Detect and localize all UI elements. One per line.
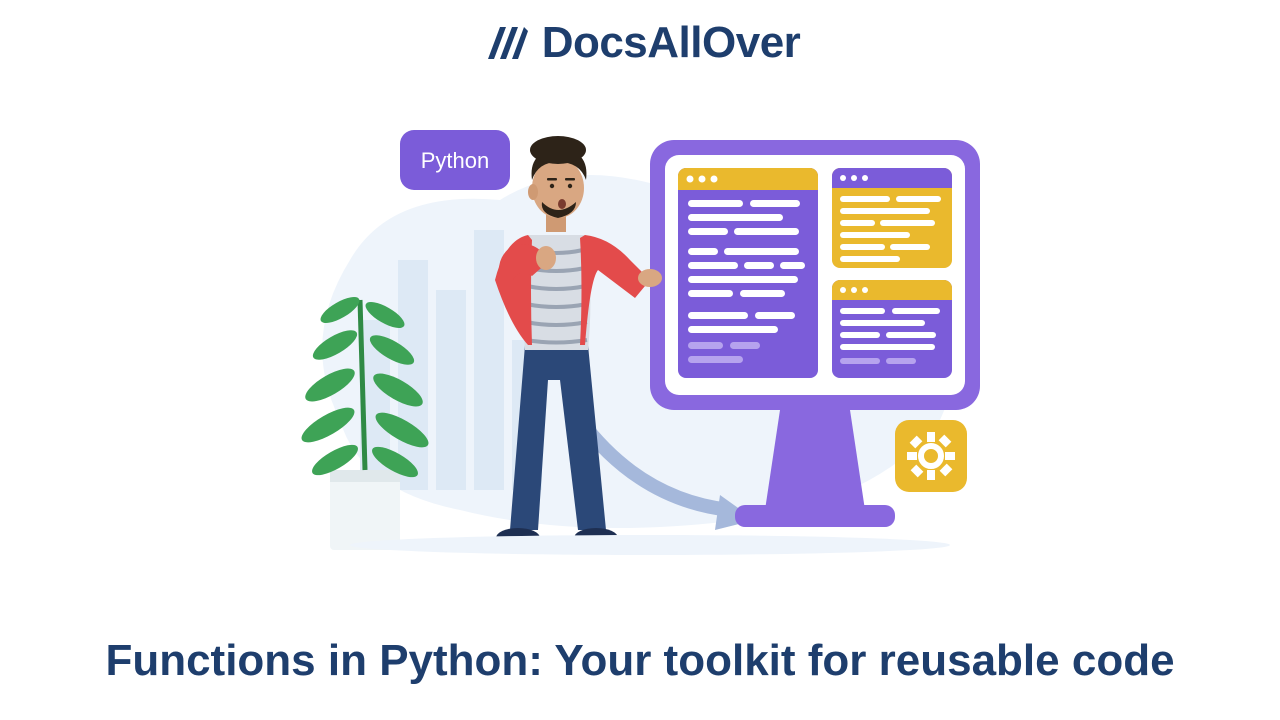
ground-shadow [350,535,950,555]
python-badge-label: Python [421,148,490,173]
header: DocsAllOver [0,0,1280,68]
hero-illustration: Python [280,80,1010,560]
page-title: Functions in Python: Your toolkit for re… [0,635,1280,688]
python-badge: Python [400,130,510,190]
code-window-bottom-right [832,280,952,378]
brand-name: DocsAllOver [542,18,801,68]
code-window-top-right [832,168,952,268]
gear-badge [895,420,967,492]
code-window-left [678,168,818,378]
brand-logo-icon [480,19,528,67]
